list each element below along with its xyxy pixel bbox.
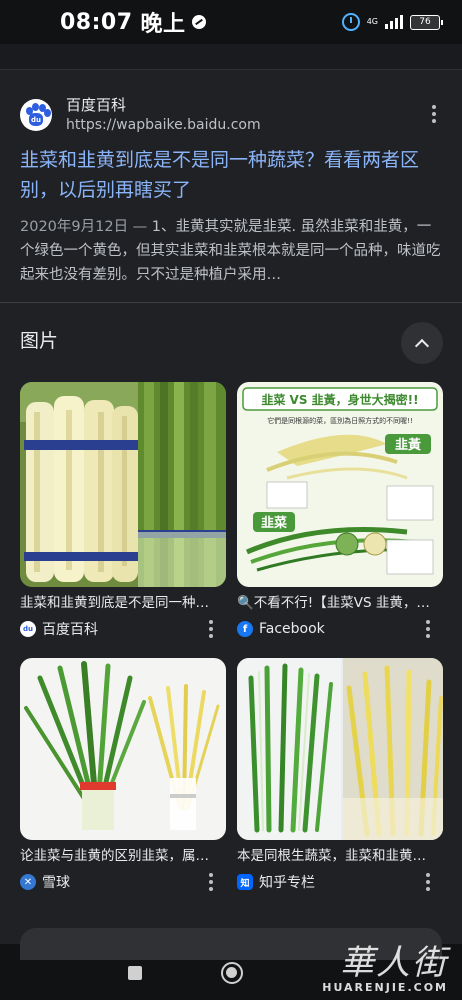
- image-result-2[interactable]: 韭菜 VS 韭黃，身世大揭密!! 它們是同根源的菜，區別為日照方式的不同喔!! …: [237, 382, 443, 641]
- image-thumbnail-infographic[interactable]: 韭菜 VS 韭黃，身世大揭密!! 它們是同根源的菜，區別為日照方式的不同喔!! …: [237, 382, 443, 587]
- zhihu-icon: 知: [237, 874, 253, 890]
- baidu-icon: du: [20, 621, 36, 637]
- image-thumbnail-chives-comparison[interactable]: [20, 658, 226, 840]
- alarm-icon: [341, 13, 360, 31]
- recent-apps-button[interactable]: [128, 966, 142, 980]
- watermark: 華人街 HUARENJIE.COM: [322, 945, 448, 994]
- source-url: https://wapbaike.baidu.com: [66, 117, 261, 133]
- image-result-4[interactable]: 本是同根生蔬菜，韭菜和韭黄… 知 知乎专栏: [237, 658, 443, 894]
- image-source-name: Facebook: [259, 621, 325, 637]
- watermark-chinese: 華人街: [340, 943, 448, 983]
- image-thumbnail-chives-bundles[interactable]: [20, 382, 226, 587]
- status-bar: 08:07 晚上 4G 76: [0, 0, 462, 44]
- battery-level: 76: [419, 17, 431, 27]
- image-result-3[interactable]: 论韭菜与韭黄的区别韭菜，属… ✕ 雪球: [20, 658, 226, 894]
- do-not-disturb-icon: [191, 15, 206, 29]
- signal-icon: [385, 15, 403, 29]
- watermark-english: HUARENJIE.COM: [322, 981, 448, 994]
- network-type: 4G: [366, 17, 378, 26]
- image-source[interactable]: 知 知乎专栏: [237, 870, 443, 894]
- image-caption[interactable]: 韭菜和韭黄到底是不是同一种…: [20, 593, 226, 613]
- image-source-name: 百度百科: [42, 622, 98, 638]
- facebook-icon: f: [237, 621, 253, 637]
- home-button[interactable]: [221, 962, 243, 984]
- image-more-options-icon[interactable]: [208, 620, 214, 638]
- image-thumbnail-green-yellow-chives[interactable]: [237, 658, 443, 840]
- image-more-options-icon[interactable]: [425, 873, 431, 891]
- images-section: 图片 韭菜和韭黄到底是不是同一种… du 百度百科 韭菜 VS 韭黃，身世大揭密…: [0, 304, 462, 944]
- result-title-link[interactable]: 韭菜和韭黄到底是不是同一种蔬菜？看看两者区别，以后别再瞎买了: [20, 145, 444, 205]
- image-more-options-icon[interactable]: [425, 620, 431, 638]
- status-indicators: 4G 76: [341, 13, 443, 31]
- battery-icon: 76: [410, 14, 443, 30]
- image-source[interactable]: ✕ 雪球: [20, 870, 226, 894]
- baidu-logo-icon: du: [20, 99, 52, 131]
- infographic-label-yellow: 韭黃: [395, 437, 421, 453]
- collapse-images-button[interactable]: [401, 322, 443, 364]
- navigation-bar: 華人街 HUARENJIE.COM: [0, 928, 462, 1000]
- search-result: du 百度百科 https://wapbaike.baidu.com 韭菜和韭黄…: [0, 71, 462, 303]
- baidu-logo-text: du: [29, 113, 43, 126]
- image-source[interactable]: du 百度百科: [20, 617, 226, 641]
- result-source[interactable]: du 百度百科 https://wapbaike.baidu.com: [20, 95, 450, 135]
- source-name: 百度百科: [66, 96, 127, 114]
- chevron-up-icon: [414, 338, 430, 353]
- image-result-1[interactable]: 韭菜和韭黄到底是不是同一种… du 百度百科: [20, 382, 226, 641]
- images-header: 图片: [20, 330, 59, 352]
- infographic-subtitle: 它們是同根源的菜，區別為日照方式的不同喔!!: [267, 416, 413, 425]
- result-date: 2020年9月12日 —: [20, 219, 148, 235]
- image-source-name: 雪球: [42, 875, 70, 891]
- result-more-options-icon[interactable]: [431, 105, 437, 123]
- infographic-banner: 韭菜 VS 韭黃，身世大揭密!!: [261, 392, 418, 407]
- result-snippet: 2020年9月12日 — 1、韭黄其实就是韭菜. 虽然韭菜和韭黄，一个绿色一个黄…: [20, 215, 444, 287]
- image-source[interactable]: f Facebook: [237, 617, 443, 641]
- status-time: 08:07: [60, 9, 133, 35]
- image-caption[interactable]: 🔍不看不行!【韭菜VS 韭黄，…: [237, 593, 443, 613]
- image-more-options-icon[interactable]: [208, 873, 214, 891]
- infographic-label-green: 韭菜: [261, 515, 287, 531]
- image-caption[interactable]: 本是同根生蔬菜，韭菜和韭黄…: [237, 846, 443, 866]
- image-source-name: 知乎专栏: [259, 875, 315, 891]
- previous-result-edge: [0, 44, 462, 70]
- xueqiu-icon: ✕: [20, 874, 36, 890]
- status-period: 晚上: [140, 12, 186, 37]
- image-caption[interactable]: 论韭菜与韭黄的区别韭菜，属…: [20, 846, 226, 866]
